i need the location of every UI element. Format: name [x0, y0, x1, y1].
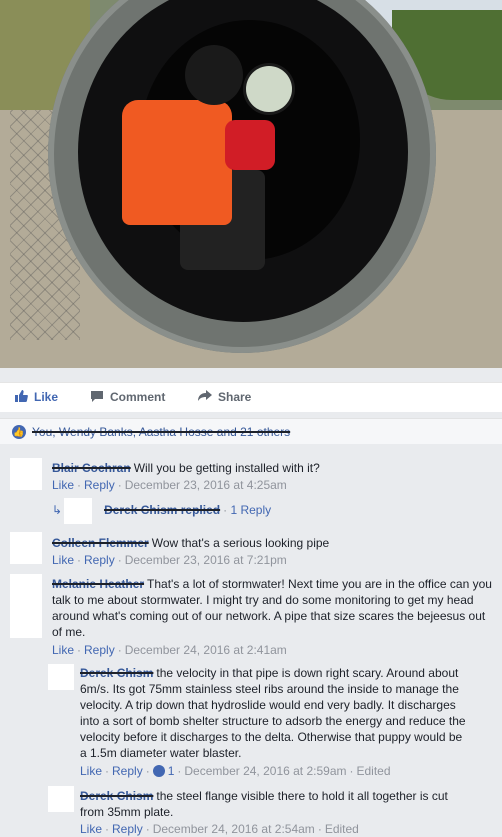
- comment-bubble-icon: [91, 391, 103, 402]
- comment-body: Blair Cochran Will you be getting install…: [52, 460, 492, 476]
- pipe-end-opening: [246, 66, 292, 112]
- person-head: [185, 45, 243, 105]
- reply-avatar[interactable]: [48, 664, 74, 690]
- reply-timestamp[interactable]: December 24, 2016 at 2:54am: [153, 822, 315, 836]
- reply-reply-link[interactable]: Reply: [112, 764, 143, 778]
- reply-like-link[interactable]: Like: [80, 764, 102, 778]
- comments-section: Blair Cochran Will you be getting install…: [0, 452, 502, 837]
- like-reaction-icon: [152, 765, 165, 777]
- like-reaction-icon: 👍: [12, 425, 26, 439]
- like-button[interactable]: Like: [14, 390, 58, 404]
- comment-like-link[interactable]: Like: [52, 478, 74, 492]
- reply-body: Derek Chism the steel flange visible ther…: [80, 788, 472, 820]
- comment-author[interactable]: Blair Cochran: [52, 461, 131, 475]
- share-label: Share: [218, 390, 252, 404]
- avatar[interactable]: [10, 532, 42, 564]
- likes-summary-row[interactable]: 👍 You, Wendy Banks, Aastha Hosse and 21 …: [0, 418, 502, 444]
- reply-like-link[interactable]: Like: [80, 822, 102, 836]
- likes-summary[interactable]: You, Wendy Banks, Aastha Hosse and 21 ot…: [32, 425, 290, 439]
- reaction-count[interactable]: 1: [168, 764, 175, 778]
- comment-like-link[interactable]: Like: [52, 553, 74, 567]
- reply-text: the velocity in that pipe is down right …: [80, 666, 466, 760]
- comment-timestamp[interactable]: December 23, 2016 at 7:21pm: [125, 553, 287, 567]
- avatar[interactable]: [10, 458, 42, 490]
- avatar[interactable]: [10, 574, 42, 638]
- reply-author[interactable]: Derek Chism: [80, 789, 153, 803]
- view-replies-link[interactable]: 1 Reply: [230, 503, 271, 517]
- comment-timestamp[interactable]: December 23, 2016 at 4:25am: [125, 478, 287, 492]
- replies-author: Derek Chism replied: [104, 503, 221, 517]
- reply-body: Derek Chism the velocity in that pipe is …: [80, 665, 472, 761]
- comment-reply-link[interactable]: Reply: [84, 643, 115, 657]
- thumbs-up-icon: [15, 390, 28, 402]
- like-label: Like: [34, 390, 59, 404]
- reply-reply-link[interactable]: Reply: [112, 822, 143, 836]
- comment-button[interactable]: Comment: [90, 390, 165, 404]
- comment-meta: Like · Reply · December 23, 2016 at 7:21pm: [52, 553, 287, 567]
- edited-label[interactable]: Edited: [325, 822, 359, 836]
- edited-label[interactable]: Edited: [357, 764, 391, 778]
- comment-body: Melanie Heather That's a lot of stormwate…: [52, 576, 492, 640]
- comment-label: Comment: [110, 390, 166, 404]
- comment-like-link[interactable]: Like: [52, 643, 74, 657]
- comment-author[interactable]: Melanie Heather: [52, 577, 144, 591]
- person-hi-vis-vest: [122, 100, 232, 225]
- reply-timestamp[interactable]: December 24, 2016 at 2:59am: [184, 764, 346, 778]
- comment-text: Will you be getting installed with it?: [133, 461, 320, 475]
- comment-reply-link[interactable]: Reply: [84, 478, 115, 492]
- reply-meta: Like · Reply · 1 · December 24, 2016 at 2:59am…: [80, 764, 391, 778]
- share-arrow-icon: [198, 390, 212, 401]
- reply-avatar[interactable]: [48, 786, 74, 812]
- comment-reply-link[interactable]: Reply: [84, 553, 115, 567]
- comment-timestamp[interactable]: December 24, 2016 at 2:41am: [125, 643, 287, 657]
- person-arm: [225, 120, 275, 170]
- comment-meta: Like · Reply · December 24, 2016 at 2:41am: [52, 643, 287, 657]
- reply-arrow-icon: ↳: [52, 503, 63, 517]
- reply-meta: Like · Reply · December 24, 2016 at 2:54am · E…: [80, 822, 359, 836]
- reply-author[interactable]: Derek Chism: [80, 666, 153, 680]
- replies-summary[interactable]: ↳ Derek Chism replied · 1 Reply: [52, 502, 492, 518]
- comment-author[interactable]: Colleen Flemmer: [52, 536, 149, 550]
- post-photo[interactable]: [0, 0, 502, 368]
- comment-meta: Like · Reply · December 23, 2016 at 4:25am: [52, 478, 287, 492]
- comment-text: Wow that's a serious looking pipe: [151, 536, 330, 550]
- share-button[interactable]: Share: [198, 390, 251, 404]
- comment-body: Colleen Flemmer Wow that's a serious look…: [52, 535, 492, 551]
- post-action-bar: Like Comment Share: [0, 382, 502, 412]
